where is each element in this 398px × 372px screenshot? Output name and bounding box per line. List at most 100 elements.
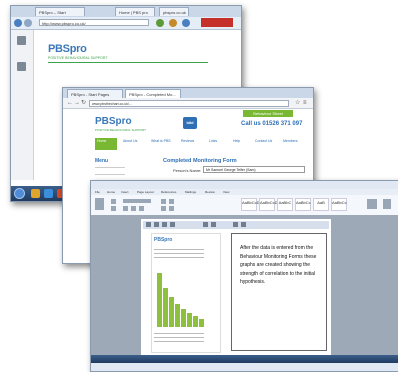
word-title-bar xyxy=(91,181,398,189)
style-heading-2[interactable]: AaBbCc xyxy=(295,198,311,211)
text-line xyxy=(154,333,204,334)
toolbar-icon[interactable] xyxy=(146,222,151,227)
browser-tab-bar: PBSpro - Start Pages PBSpro - Completed … xyxy=(63,88,313,98)
toolbar-icon[interactable] xyxy=(203,222,208,227)
menu-icon[interactable]: ≡ xyxy=(303,100,309,106)
nav-label: What is PBS xyxy=(151,139,171,143)
side-menu-item[interactable] xyxy=(95,174,125,175)
search-icon[interactable] xyxy=(182,19,190,27)
pbspro-logo: PBSpro xyxy=(95,116,132,127)
embedded-toolbar xyxy=(143,221,329,229)
forward-icon[interactable]: → xyxy=(74,100,80,106)
nav-item-about[interactable]: About Us xyxy=(121,138,145,150)
ribbon: AaBbCcDd AaBbCcDd AaBbC AaBbCc AaB AaBbC… xyxy=(91,195,398,216)
browser-tab[interactable]: Home | PBS pro xyxy=(115,7,155,16)
bullets-icon[interactable] xyxy=(161,199,166,204)
style-normal[interactable]: AaBbCcDd xyxy=(241,198,262,211)
copy-icon[interactable] xyxy=(111,206,116,211)
refresh-icon[interactable]: ↻ xyxy=(81,100,87,106)
tab-label: PBSpro – Start xyxy=(39,10,66,15)
logo-tagline: POSITIVE BEHAVIOURAL SUPPORT xyxy=(48,56,108,60)
toolbar-icon[interactable] xyxy=(211,222,216,227)
browser-tab-active[interactable]: PBSpro - Completed Mo... xyxy=(125,89,181,98)
tab-label: PBSpro - Completed Mo... xyxy=(129,92,176,97)
toolbar-icon[interactable] xyxy=(170,222,175,227)
toolbar-icon[interactable] xyxy=(154,222,159,227)
home-icon[interactable] xyxy=(169,19,177,27)
word-status-bar xyxy=(91,363,398,371)
browser-tab[interactable]: PBSpro - Start Pages xyxy=(67,89,123,98)
style-title[interactable]: AaB xyxy=(313,198,329,211)
url-text: http://www.pbspro.co.uk/ xyxy=(42,21,86,26)
folder-icon[interactable] xyxy=(31,189,40,198)
paste-icon[interactable] xyxy=(95,198,104,210)
screenshot-word-document: File Home Insert Page Layout References … xyxy=(90,180,398,372)
mini-pbspro-logo: PBSpro xyxy=(154,237,173,243)
address-bar[interactable]: http://www.pbspro.co.uk/ xyxy=(39,19,149,26)
side-menu-heading: Menu xyxy=(95,158,109,164)
style-heading-1[interactable]: AaBbC xyxy=(277,198,293,211)
text-line xyxy=(154,337,204,338)
nav-item-home[interactable]: Home xyxy=(95,138,117,150)
bold-icon[interactable] xyxy=(123,206,128,211)
align-center-icon[interactable] xyxy=(169,206,174,211)
toolbar-red-button[interactable] xyxy=(201,18,233,27)
change-styles-icon[interactable] xyxy=(367,199,377,209)
back-icon[interactable]: ← xyxy=(67,100,73,106)
star-icon[interactable]: ☆ xyxy=(295,100,301,106)
underline-icon[interactable] xyxy=(139,206,144,211)
style-no-spacing[interactable]: AaBbCcDd xyxy=(259,198,280,211)
start-button[interactable] xyxy=(14,188,25,199)
forward-icon[interactable] xyxy=(24,19,32,27)
nav-label: Members xyxy=(283,139,298,143)
align-left-icon[interactable] xyxy=(161,206,166,211)
call-us-text: Call us 01526 371 097 xyxy=(241,121,302,127)
call-label: Call us xyxy=(241,121,261,127)
explanation-callout: After the data is entered from the Behav… xyxy=(231,233,327,351)
nav-item-contact[interactable]: Contact Us xyxy=(253,138,277,150)
style-subtitle[interactable]: AaBbCc xyxy=(331,198,347,211)
graph-bar xyxy=(169,297,174,327)
page-icon[interactable] xyxy=(17,36,26,45)
editing-icon[interactable] xyxy=(383,199,391,209)
graph-bar xyxy=(187,313,192,327)
nav-label: Contact Us xyxy=(255,139,273,143)
graph-bar xyxy=(181,309,186,327)
nav-item-help[interactable]: Help xyxy=(231,138,249,150)
nav-item-what-is-pbs[interactable]: What is PBS xyxy=(149,138,175,150)
nav-item-reviews[interactable]: Reviews xyxy=(179,138,203,150)
toolbar-icon[interactable] xyxy=(162,222,167,227)
back-icon[interactable] xyxy=(14,19,22,27)
graph-bar xyxy=(163,288,168,327)
toolbar-icon[interactable] xyxy=(241,222,246,227)
toolbar-icon[interactable] xyxy=(233,222,238,227)
nav-label: Help xyxy=(233,139,241,143)
person-name-field[interactable]: Mr Samuel George Telfer (Sam) xyxy=(203,166,305,173)
phone-number: 01526 371 097 xyxy=(262,121,303,127)
side-menu-item[interactable] xyxy=(95,167,125,168)
text-line xyxy=(154,341,204,342)
font-dropdown[interactable] xyxy=(123,199,151,203)
nav-label: Reviews xyxy=(181,139,195,143)
refresh-icon[interactable] xyxy=(156,19,164,27)
address-bar[interactable]: www.pbsthechart.co.uk/... xyxy=(89,99,289,107)
italic-icon[interactable] xyxy=(131,206,136,211)
numbering-icon[interactable] xyxy=(169,199,174,204)
tab-label: PBSpro - Start Pages xyxy=(71,92,110,97)
browser-tab[interactable]: pbspro.co.uk xyxy=(159,7,189,16)
browser-icon[interactable] xyxy=(44,189,53,198)
site-nav: Home About Us What is PBS Reviews Links … xyxy=(95,138,305,150)
behaviour-sheet-button[interactable]: Behaviour Sheet xyxy=(243,110,293,117)
tab-label: pbspro.co.uk xyxy=(163,10,186,15)
graph-bar xyxy=(157,273,162,327)
tab-label: Home | PBS pro xyxy=(119,10,148,15)
nav-item-members[interactable]: Members xyxy=(281,138,303,150)
nav-item-links[interactable]: Links xyxy=(207,138,227,150)
person-name-label: Person's Name: xyxy=(173,168,202,173)
browser-tab[interactable]: PBSpro – Start xyxy=(35,7,85,16)
windows-taskbar xyxy=(91,355,398,363)
graph-bar xyxy=(199,319,204,327)
nav-label: About Us xyxy=(123,139,138,143)
cut-icon[interactable] xyxy=(111,199,116,204)
attachment-icon[interactable] xyxy=(17,62,26,71)
